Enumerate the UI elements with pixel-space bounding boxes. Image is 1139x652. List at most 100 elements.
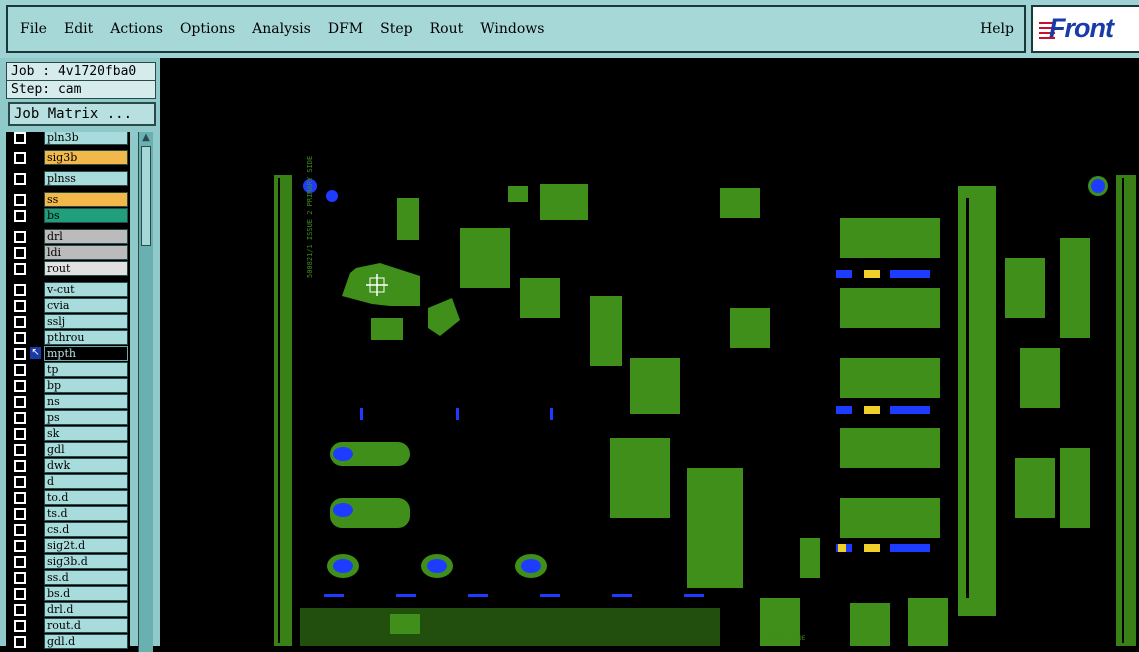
layer-name[interactable]: v-cut [44,282,128,297]
layer-row-v-cut[interactable]: v-cut [6,282,130,297]
layer-row-pthrou[interactable]: pthrou [6,330,130,345]
layer-name[interactable]: gdl [44,442,128,457]
layer-checkbox[interactable] [14,231,26,243]
menu-analysis[interactable]: Analysis [252,21,311,37]
layer-name[interactable]: ldi [44,245,128,260]
layer-list-scrollbar[interactable]: ▲ [138,132,153,652]
menu-options[interactable]: Options [180,21,235,37]
layer-checkbox[interactable] [14,348,26,360]
layer-row-plnss[interactable]: plnss [6,171,130,186]
layer-name[interactable]: pthrou [44,330,128,345]
layer-row-tp[interactable]: tp [6,362,130,377]
layer-row-sig2t.d[interactable]: sig2t.d [6,538,130,553]
layer-checkbox[interactable] [14,364,26,376]
graphic-canvas[interactable]: 500821/1 ISSUE 2 PRIMARY SIDE PRIMARY SI… [160,58,1139,646]
layer-row-ldi[interactable]: ldi [6,245,130,260]
layer-name[interactable]: sig3b [44,150,128,165]
menu-edit[interactable]: Edit [64,21,93,37]
layer-row-bs[interactable]: bs [6,208,130,223]
layer-row-ts.d[interactable]: ts.d [6,506,130,521]
layer-checkbox[interactable] [14,300,26,312]
layer-row-sig3b[interactable]: sig3b [6,150,130,165]
affected-layer-icon[interactable]: ↖ [30,347,41,359]
layer-name[interactable]: sig2t.d [44,538,128,553]
layer-checkbox[interactable] [14,132,26,144]
menu-windows[interactable]: Windows [480,21,544,37]
menu-dfm[interactable]: DFM [328,21,363,37]
layer-name[interactable]: plnss [44,171,128,186]
layer-row-rout[interactable]: rout [6,261,130,276]
layer-checkbox[interactable] [14,492,26,504]
layer-name[interactable]: ts.d [44,506,128,521]
layer-checkbox[interactable] [14,620,26,632]
layer-checkbox[interactable] [14,604,26,616]
layer-name[interactable]: sig3b.d [44,554,128,569]
layer-name[interactable]: tp [44,362,128,377]
layer-row-mpth[interactable]: ↖ mpth [6,346,130,361]
layer-checkbox[interactable] [14,316,26,328]
scroll-thumb[interactable] [141,146,151,246]
layer-name[interactable]: dwk [44,458,128,473]
layer-checkbox[interactable] [14,524,26,536]
layer-row-pln3b[interactable]: pln3b [6,132,130,145]
layer-name[interactable]: drl.d [44,602,128,617]
layer-name[interactable]: d [44,474,128,489]
layer-name[interactable]: bp [44,378,128,393]
layer-name[interactable]: pln3b [44,132,128,145]
layer-name[interactable]: cvia [44,298,128,313]
layer-name[interactable]: rout.d [44,618,128,633]
menu-rout[interactable]: Rout [430,21,464,37]
layer-name[interactable]: ns [44,394,128,409]
layer-row-rout.d[interactable]: rout.d [6,618,130,633]
layer-name[interactable]: ss.d [44,570,128,585]
layer-name[interactable]: sslj [44,314,128,329]
layer-name[interactable]: to.d [44,490,128,505]
layer-name[interactable]: drl [44,229,128,244]
layer-row-ns[interactable]: ns [6,394,130,409]
layer-row-d[interactable]: d [6,474,130,489]
layer-row-drl.d[interactable]: drl.d [6,602,130,617]
layer-checkbox[interactable] [14,428,26,440]
layer-name[interactable]: gdl.d [44,634,128,649]
layer-checkbox[interactable] [14,396,26,408]
layer-name[interactable]: mpth [44,346,128,361]
layer-row-ps[interactable]: ps [6,410,130,425]
layer-checkbox[interactable] [14,444,26,456]
layer-row-dwk[interactable]: dwk [6,458,130,473]
layer-checkbox[interactable] [14,588,26,600]
layer-name[interactable]: rout [44,261,128,276]
layer-row-sig3b.d[interactable]: sig3b.d [6,554,130,569]
layer-row-ss[interactable]: ss [6,192,130,207]
layer-row-ss.d[interactable]: ss.d [6,570,130,585]
layer-checkbox[interactable] [14,460,26,472]
job-matrix-button[interactable]: Job Matrix ... [8,102,156,126]
layer-checkbox[interactable] [14,247,26,259]
scroll-up-icon[interactable]: ▲ [139,132,153,144]
layer-name[interactable]: bs [44,208,128,223]
layer-checkbox[interactable] [14,263,26,275]
layer-checkbox[interactable] [14,173,26,185]
layer-row-bp[interactable]: bp [6,378,130,393]
layer-checkbox[interactable] [14,556,26,568]
layer-checkbox[interactable] [14,412,26,424]
menu-step[interactable]: Step [380,21,412,37]
layer-name[interactable]: bs.d [44,586,128,601]
layer-name[interactable]: ps [44,410,128,425]
layer-row-bs.d[interactable]: bs.d [6,586,130,601]
layer-name[interactable]: cs.d [44,522,128,537]
layer-row-sslj[interactable]: sslj [6,314,130,329]
layer-row-gdl.d[interactable]: gdl.d [6,634,130,649]
layer-checkbox[interactable] [14,210,26,222]
layer-row-drl[interactable]: drl [6,229,130,244]
menu-file[interactable]: File [20,21,47,37]
layer-row-cs.d[interactable]: cs.d [6,522,130,537]
menu-help[interactable]: Help [980,21,1014,37]
layer-checkbox[interactable] [14,380,26,392]
layer-name[interactable]: ss [44,192,128,207]
layer-checkbox[interactable] [14,332,26,344]
layer-checkbox[interactable] [14,476,26,488]
layer-checkbox[interactable] [14,636,26,648]
layer-row-cvia[interactable]: cvia [6,298,130,313]
layer-checkbox[interactable] [14,284,26,296]
menu-actions[interactable]: Actions [110,21,163,37]
